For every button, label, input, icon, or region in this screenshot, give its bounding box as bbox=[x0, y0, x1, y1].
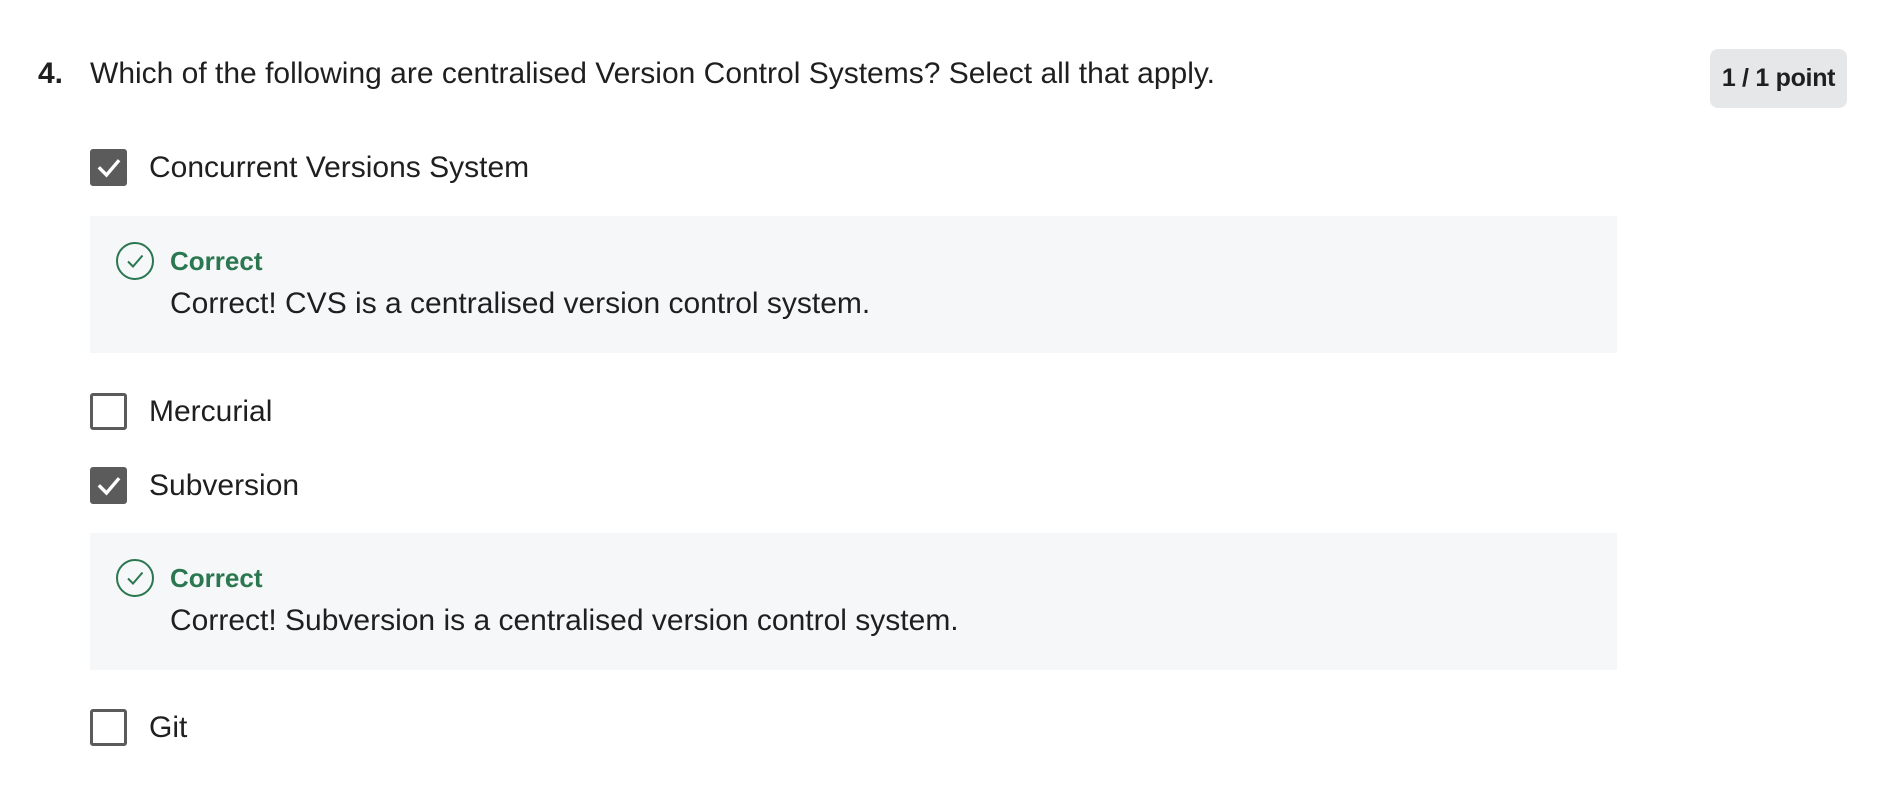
option-subversion[interactable]: Subversion bbox=[90, 467, 299, 504]
feedback-title: Correct bbox=[170, 563, 263, 593]
check-circle-icon bbox=[116, 242, 154, 280]
score-badge: 1 / 1 point bbox=[1710, 49, 1847, 108]
option-label: Git bbox=[149, 711, 188, 744]
feedback-text: Correct! CVS is a centralised version co… bbox=[170, 287, 871, 320]
option-git[interactable]: Git bbox=[90, 709, 187, 746]
option-label: Concurrent Versions System bbox=[149, 151, 530, 184]
check-circle-icon bbox=[116, 559, 154, 597]
question-text: Which of the following are centralised V… bbox=[90, 57, 1215, 90]
feedback-title: Correct bbox=[170, 246, 263, 276]
feedback-box: Correct Correct! CVS is a centralised ve… bbox=[90, 216, 1617, 353]
question-number: 4. bbox=[38, 57, 64, 90]
option-label: Subversion bbox=[149, 469, 300, 502]
checkbox-checked[interactable] bbox=[90, 467, 127, 504]
checkmark-icon bbox=[97, 158, 120, 178]
checkbox-unchecked[interactable] bbox=[90, 393, 127, 430]
feedback-box: Correct Correct! Subversion is a central… bbox=[90, 533, 1617, 670]
feedback-text: Correct! Subversion is a centralised ver… bbox=[170, 604, 959, 637]
checkbox-checked[interactable] bbox=[90, 149, 127, 186]
checkmark-icon bbox=[97, 476, 120, 496]
option-mercurial[interactable]: Mercurial bbox=[90, 393, 272, 430]
checkbox-unchecked[interactable] bbox=[90, 709, 127, 746]
option-concurrent-versions-system[interactable]: Concurrent Versions System bbox=[90, 149, 529, 186]
option-label: Mercurial bbox=[149, 395, 273, 428]
